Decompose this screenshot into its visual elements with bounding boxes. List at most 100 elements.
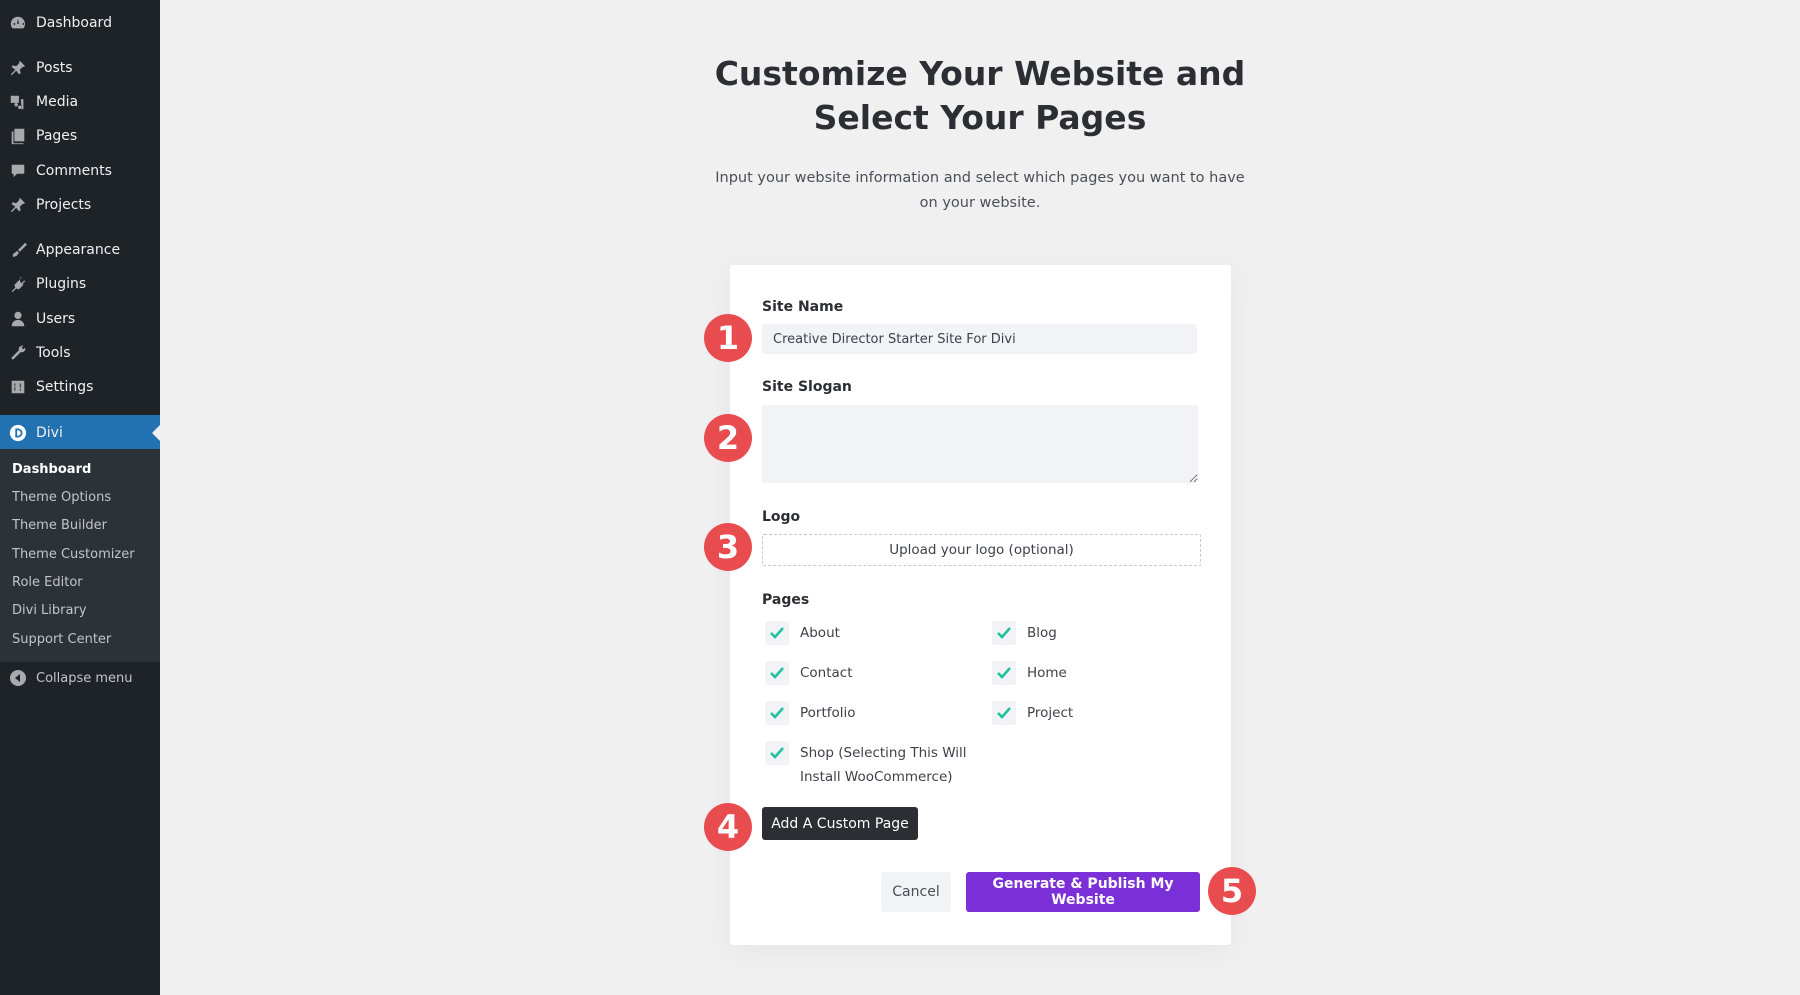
step-badge-3: 3	[704, 523, 752, 571]
pages-label: Pages	[762, 592, 810, 608]
checkmark-icon	[997, 667, 1011, 679]
logo-upload-button[interactable]: Upload your logo (optional)	[762, 534, 1201, 566]
comment-icon	[8, 161, 28, 181]
step-badge-4: 4	[704, 803, 752, 851]
page-title: Customize Your Website and Select Your P…	[660, 52, 1300, 140]
sidebar-item-comments[interactable]: Comments	[0, 156, 160, 186]
checkbox-label: Contact	[800, 665, 853, 681]
divi-submenu: Dashboard Theme Options Theme Builder Th…	[0, 449, 160, 662]
submenu-item-theme-builder[interactable]: Theme Builder	[12, 518, 107, 533]
checkmark-icon	[770, 747, 784, 759]
checkbox-label: Portfolio	[800, 705, 856, 721]
submenu-item-theme-customizer[interactable]: Theme Customizer	[12, 547, 135, 562]
logo-label: Logo	[762, 509, 801, 525]
pin-icon	[8, 195, 28, 215]
page-title-line1: Customize Your Website and	[714, 54, 1246, 93]
page-checkbox-project[interactable]: Project	[992, 701, 1073, 725]
page-subtitle-line1: Input your website information and selec…	[715, 170, 1245, 186]
settings-icon	[8, 377, 28, 397]
sidebar-item-label: Dashboard	[36, 15, 112, 31]
checkbox-label-line1: Shop (Selecting This Will	[800, 745, 967, 761]
page-checkbox-blog[interactable]: Blog	[992, 621, 1057, 645]
sidebar-item-projects[interactable]: Projects	[0, 190, 160, 220]
submenu-item-role-editor[interactable]: Role Editor	[12, 575, 83, 590]
sidebar-item-divi[interactable]: Divi	[0, 415, 160, 450]
submenu-item-dashboard[interactable]: Dashboard	[12, 462, 91, 477]
submenu-item-theme-options[interactable]: Theme Options	[12, 490, 111, 505]
user-icon	[8, 309, 28, 329]
page-subtitle-line2: on your website.	[919, 195, 1041, 211]
page-checkbox-about[interactable]: About	[765, 621, 840, 645]
step-badge-5: 5	[1208, 867, 1256, 915]
checkbox[interactable]	[765, 621, 789, 645]
sidebar-item-label: Appearance	[36, 242, 121, 258]
page-checkbox-contact[interactable]: Contact	[765, 661, 853, 685]
media-icon	[8, 92, 28, 112]
checkbox[interactable]	[765, 741, 789, 765]
page-title-line2: Select Your Pages	[813, 98, 1147, 137]
admin-sidebar: Dashboard Posts Media Pages Comments Pro…	[0, 0, 160, 995]
sidebar-item-label: Divi	[36, 424, 63, 441]
sidebar-item-label: Settings	[36, 379, 94, 395]
add-custom-page-button[interactable]: Add A Custom Page	[762, 807, 918, 840]
pages-icon	[8, 126, 28, 146]
sidebar-item-label: Posts	[36, 60, 73, 76]
sidebar-item-label: Pages	[36, 128, 78, 144]
page-checkbox-portfolio[interactable]: Portfolio	[765, 701, 856, 725]
wrench-icon	[8, 343, 28, 363]
checkmark-icon	[997, 707, 1011, 719]
checkbox[interactable]	[992, 701, 1016, 725]
checkbox-label: Home	[1027, 665, 1067, 681]
customize-form-card: Site Name Site Slogan Logo Upload your l…	[730, 265, 1231, 945]
sidebar-item-label: Plugins	[36, 276, 87, 292]
site-slogan-label: Site Slogan	[762, 379, 852, 395]
checkbox[interactable]	[992, 661, 1016, 685]
site-name-label: Site Name	[762, 299, 844, 315]
submenu-item-support-center[interactable]: Support Center	[12, 632, 111, 647]
step-badge-1: 1	[704, 314, 752, 362]
pin-icon	[8, 58, 28, 78]
generate-publish-button[interactable]: Generate & Publish My Website	[966, 872, 1200, 912]
site-name-input[interactable]	[762, 324, 1197, 354]
checkbox-label: Blog	[1027, 625, 1057, 641]
step-badge-2: 2	[704, 414, 752, 462]
sidebar-item-dashboard[interactable]: Dashboard	[0, 8, 160, 38]
sidebar-item-settings[interactable]: Settings	[0, 372, 160, 402]
cancel-button[interactable]: Cancel	[881, 872, 951, 912]
checkmark-icon	[770, 627, 784, 639]
sidebar-item-label: Projects	[36, 197, 92, 213]
divi-logo-icon	[8, 423, 28, 443]
brush-icon	[8, 240, 28, 260]
page-subtitle: Input your website information and selec…	[710, 166, 1250, 216]
sidebar-item-label: Users	[36, 311, 76, 327]
checkmark-icon	[997, 627, 1011, 639]
checkbox-label: About	[800, 625, 840, 641]
sidebar-item-plugins[interactable]: Plugins	[0, 269, 160, 299]
checkbox[interactable]	[765, 661, 789, 685]
plugin-icon	[8, 274, 28, 294]
sidebar-item-media[interactable]: Media	[0, 87, 160, 117]
sidebar-item-label: Media	[36, 94, 79, 110]
collapse-label: Collapse menu	[36, 670, 133, 686]
sidebar-item-pages[interactable]: Pages	[0, 121, 160, 151]
sidebar-item-label: Tools	[36, 345, 71, 361]
checkbox-label-line2: Install WooCommerce)	[800, 769, 953, 785]
dashboard-icon	[8, 13, 28, 33]
collapse-menu-button[interactable]: Collapse menu	[0, 663, 160, 693]
sidebar-item-posts[interactable]: Posts	[0, 53, 160, 83]
sidebar-item-label: Comments	[36, 163, 112, 179]
sidebar-item-appearance[interactable]: Appearance	[0, 235, 160, 265]
checkmark-icon	[770, 707, 784, 719]
site-slogan-input[interactable]	[762, 405, 1198, 483]
page-checkbox-home[interactable]: Home	[992, 661, 1067, 685]
active-indicator	[152, 424, 160, 441]
checkbox[interactable]	[992, 621, 1016, 645]
sidebar-item-users[interactable]: Users	[0, 304, 160, 334]
sidebar-item-tools[interactable]: Tools	[0, 338, 160, 368]
collapse-icon	[10, 670, 26, 686]
logo-upload-label: Upload your logo (optional)	[889, 542, 1074, 558]
checkbox-label: Shop (Selecting This Will Install WooCom…	[800, 741, 967, 789]
checkbox[interactable]	[765, 701, 789, 725]
page-checkbox-shop[interactable]: Shop (Selecting This Will Install WooCom…	[765, 741, 967, 789]
submenu-item-divi-library[interactable]: Divi Library	[12, 603, 87, 618]
